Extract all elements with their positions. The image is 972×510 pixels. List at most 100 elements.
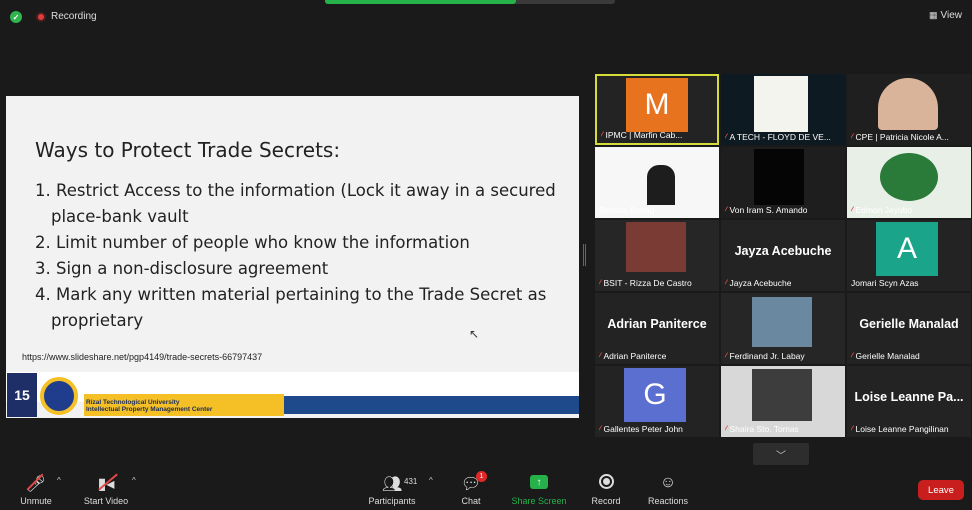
participant-name: ⁄ Ferdinand Jr. Labay <box>725 351 805 361</box>
start-video-label: Start Video <box>83 496 129 506</box>
participant-video-feed <box>754 149 804 205</box>
microphone-muted-icon: ⁄ <box>599 351 601 361</box>
microphone-muted-icon: ⁄ <box>725 278 727 288</box>
participant-avatar: M <box>626 78 688 132</box>
audio-options-caret-icon[interactable]: ^ <box>57 476 61 485</box>
participant-avatar: A <box>876 222 938 276</box>
recording-icon <box>36 12 46 22</box>
microphone-muted-icon: ⁄ <box>725 424 727 434</box>
participant-tile[interactable]: ⁄ Edmon Jayubo <box>847 147 971 218</box>
participant-tile[interactable]: ⁄ CPE | Patricia Nicole A... <box>847 74 971 145</box>
slide-title: Ways to Protect Trade Secrets: <box>35 138 341 162</box>
participants-icon: 👥︎ <box>382 476 403 493</box>
mouse-cursor-icon: ↖ <box>469 327 480 341</box>
panel-resize-handle[interactable] <box>583 244 586 266</box>
university-logo: 15 <box>7 373 37 417</box>
shared-screen-slide: Ways to Protect Trade Secrets: 1. Restri… <box>6 96 579 418</box>
microphone-muted-icon: ⁄ <box>725 351 727 361</box>
participant-video-feed <box>880 153 938 201</box>
view-button[interactable]: ▦ View <box>929 10 962 21</box>
top-share-indicator <box>325 0 615 4</box>
slide-list: 1. Restrict Access to the information (L… <box>35 178 565 334</box>
participant-display-name: Jayza Acebuche <box>734 244 832 258</box>
slide-footer: 15 Rizal Technological University Intell… <box>6 372 579 418</box>
footer-center-name: Intellectual Property Management Center <box>86 406 213 413</box>
participant-name: ⁄ CPE | Patricia Nicole A... <box>851 132 949 142</box>
participant-display-name: Gerielle Manalad <box>859 317 959 331</box>
record-label: Record <box>591 496 621 506</box>
microphone-muted-icon: ⁄ <box>851 132 853 142</box>
participant-display-name: Adrian Paniterce <box>607 317 707 331</box>
record-button[interactable]: Record <box>588 466 624 510</box>
chat-label: Chat <box>461 496 481 506</box>
share-screen-button[interactable]: ↑ Share Screen <box>508 466 570 510</box>
participant-name: ⁄ Gallentes Peter John <box>599 424 683 434</box>
participant-name: ⁄ BSIT - Rizza De Castro <box>599 278 692 288</box>
chevron-down-icon: ﹀ <box>776 450 786 462</box>
participant-tile[interactable]: Gerielle Manalad ⁄ Gerielle Manalad <box>847 293 971 364</box>
microphone-muted-icon: ⁄ <box>599 424 601 434</box>
participant-tile[interactable]: ⁄ Ferdinand Jr. Labay <box>721 293 845 364</box>
slide-item: 4. Mark any written material pertaining … <box>35 285 547 330</box>
reactions-button[interactable]: ☺︎ Reactions <box>644 466 692 510</box>
view-label: View <box>940 10 963 21</box>
microphone-muted-icon: ⁄ <box>851 351 853 361</box>
slide-item: 2. Limit number of people who know the i… <box>35 233 470 252</box>
participants-count: 431 <box>404 477 418 486</box>
participant-tile[interactable]: G ⁄ Gallentes Peter John <box>595 366 719 437</box>
chat-button[interactable]: 💬︎ 1 Chat <box>456 466 487 510</box>
reactions-smiley-icon: ☺︎ <box>659 474 677 491</box>
participant-tile[interactable]: ⁄ A TECH - FLOYD DE VE... <box>721 74 845 145</box>
participant-name: ⁄ Adrian Paniterce <box>599 351 667 361</box>
microphone-muted-icon: ⁄ <box>725 205 727 215</box>
participant-video-feed <box>754 76 808 132</box>
slide-item: 3. Sign a non-disclosure agreement <box>35 259 329 278</box>
share-screen-icon: ↑ <box>530 475 548 489</box>
participant-tile[interactable]: A Jomari Scyn Azas <box>847 220 971 291</box>
participants-label: Participants <box>368 496 416 506</box>
start-video-button[interactable]: ▮◂ Start Video <box>80 466 132 510</box>
footer-university-name: Rizal Technological University <box>86 399 180 406</box>
participants-button[interactable]: 👥︎ 431 Participants <box>362 466 422 510</box>
participant-tile[interactable]: ⁄ Von Iram S. Amando <box>721 147 845 218</box>
microphone-muted-icon: ⁄ <box>599 278 601 288</box>
grid-icon: ▦ <box>928 10 938 20</box>
participant-tile[interactable]: Loise Leanne Pa... ⁄ Loise Leanne Pangilin… <box>847 366 971 437</box>
participants-caret-icon[interactable]: ^ <box>429 476 433 485</box>
participant-tile[interactable]: Adrian Paniterce ⁄ Adrian Paniterce <box>595 293 719 364</box>
participant-tile[interactable]: Jayza Acebuche ⁄ Jayza Acebuche <box>721 220 845 291</box>
leave-button[interactable]: Leave <box>918 480 964 500</box>
participant-tile[interactable]: ⁄ Shaira Sto. Tomas <box>721 366 845 437</box>
participant-tile[interactable]: Belinda Bunag <box>595 147 719 218</box>
participant-tile[interactable]: ⁄ BSIT - Rizza De Castro <box>595 220 719 291</box>
microphone-muted-icon: 🎤︎ <box>26 473 46 494</box>
participant-video-feed <box>752 297 812 347</box>
recording-label: Recording <box>51 11 97 22</box>
participant-name: ⁄ A TECH - FLOYD DE VE... <box>725 132 831 142</box>
video-options-caret-icon[interactable]: ^ <box>132 476 136 485</box>
participant-name: ⁄ Loise Leanne Pangilinan <box>851 424 949 434</box>
microphone-muted-icon: ⁄ <box>851 205 853 215</box>
share-screen-label: Share Screen <box>511 496 567 506</box>
participant-name: ⁄ Shaira Sto. Tomas <box>725 424 799 434</box>
record-icon <box>598 474 614 489</box>
microphone-muted-icon: ⁄ <box>851 424 853 434</box>
participant-display-name: Loise Leanne Pa... <box>854 390 964 404</box>
participant-video-feed <box>626 222 686 272</box>
participant-video-feed <box>752 369 812 421</box>
microphone-muted-icon: ⁄ <box>725 132 727 142</box>
participant-tile[interactable]: M ⁄ IPMC | Marfin Cab... <box>595 74 719 145</box>
top-bar: ✓ Recording ▦ View <box>0 0 972 34</box>
meeting-toolbar: 🎤︎ Unmute ^ ▮◂ Start Video ^ 👥︎ 431 Part… <box>0 466 972 510</box>
slide-item: 1. Restrict Access to the information (L… <box>35 181 556 226</box>
slide-source-url: https://www.slideshare.net/pgp4149/trade… <box>22 352 263 362</box>
gallery-next-page-button[interactable]: ﹀ <box>753 443 809 465</box>
unmute-button[interactable]: 🎤︎ Unmute <box>14 466 58 510</box>
participant-name: ⁄ Edmon Jayubo <box>851 205 913 215</box>
participant-video-feed <box>878 78 938 130</box>
participant-name: Belinda Bunag <box>599 205 655 215</box>
camera-off-icon: ▮◂ <box>98 473 118 494</box>
security-shield-icon[interactable]: ✓ <box>10 11 22 23</box>
participant-video-feed <box>647 165 675 205</box>
ipmc-seal-logo <box>40 377 78 415</box>
